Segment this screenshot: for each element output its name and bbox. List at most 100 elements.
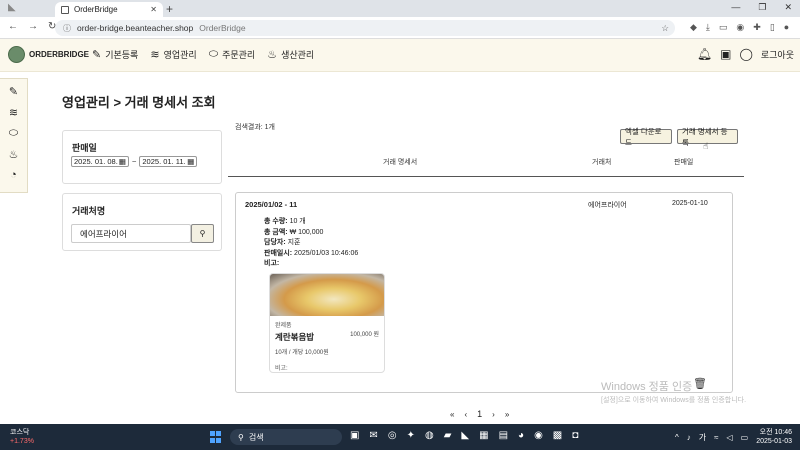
page-current[interactable]: 1 [477, 409, 482, 419]
app-icon[interactable]: ▦ [479, 430, 488, 441]
nav-production-management[interactable]: ♨ 생산관리 [267, 48, 314, 61]
product-note: 비고: [275, 366, 288, 372]
product-card[interactable]: 완제품 계란볶음밥 100,000 원 10개 / 개당 10,000원 비고: [269, 273, 385, 373]
clock-date: 2025-01-03 [756, 438, 792, 445]
calendar-icon[interactable]: ▦ [119, 157, 126, 166]
watermark-title: Windows 정품 인증 [601, 381, 693, 393]
pagination: « ‹ 1 › » [450, 409, 509, 419]
user-icon[interactable]: ◯ [739, 47, 752, 61]
download-icon[interactable]: ⤓ [706, 22, 710, 33]
chat-icon[interactable]: ▣ [720, 47, 731, 61]
product-category: 완제품 [275, 323, 292, 329]
cast-icon[interactable]: ▭ [719, 22, 728, 33]
client-search-input[interactable]: 에어프라이어 [71, 224, 191, 243]
browser-tab[interactable]: OrderBridge ✕ [55, 2, 163, 17]
battery-icon[interactable]: ▭ [741, 433, 749, 442]
date-filter-label: 판매일 [72, 143, 97, 153]
discord-icon[interactable]: ◕ [518, 430, 524, 441]
page-next-button[interactable]: › [492, 410, 495, 419]
clock-time: 오전 10:46 [759, 429, 792, 436]
restore-icon[interactable]: ❐ [758, 2, 766, 13]
chevron-up-icon[interactable]: ^ [675, 433, 679, 442]
pot-icon: ♨ [267, 49, 278, 61]
client-search-value: 에어프라이어 [80, 228, 127, 239]
statement-client: 에어프라이어 [588, 202, 627, 209]
nav-sales-management[interactable]: ≋ 영업관리 [150, 48, 196, 61]
page-prev-button[interactable]: ‹ [464, 410, 467, 419]
product-image [270, 274, 384, 316]
statement-date: 2025-01-10 [672, 200, 708, 207]
start-button-icon[interactable] [210, 431, 222, 443]
chrome-icon[interactable]: ◉ [534, 430, 543, 441]
edit-icon[interactable]: ✎ [0, 85, 27, 98]
calendar-icon[interactable]: ▦ [187, 157, 194, 166]
pot-icon[interactable]: ♨ [0, 148, 27, 161]
excel-download-button[interactable]: 엑셀 다운로드 [620, 127, 672, 147]
extension-icon[interactable]: ◆ [690, 22, 697, 33]
info-row-sale-datetime: 판매일시: 2025/01/03 10:46:06 [264, 249, 359, 257]
taskbar-search[interactable]: ⚲ 검색 [230, 429, 342, 445]
app-icon[interactable]: ◣ [461, 430, 469, 441]
bookmark-star-icon[interactable]: ☆ [661, 23, 669, 34]
camera-icon[interactable]: ◉ [736, 22, 744, 33]
logout-button[interactable]: 로그아웃 [761, 48, 794, 61]
tab-close-icon[interactable]: ✕ [150, 5, 157, 14]
forward-icon[interactable]: → [28, 21, 38, 32]
extension-icons: ◆ ⤓ ▭ ◉ ✚ ▯ ● ⋮ [690, 22, 800, 33]
edit-icon: ✎ [92, 49, 102, 61]
new-tab-icon[interactable]: + [166, 2, 173, 16]
info-row-total-qty: 총 수량: 10 개 [264, 218, 306, 225]
edge-icon[interactable]: ◍ [425, 430, 434, 441]
nav-buttons: ← → ↻ [8, 21, 56, 32]
client-filter-panel: 거래처명 에어프라이어 ⚲ [62, 193, 222, 251]
client-search-button[interactable]: ⚲ [191, 224, 214, 243]
address-bar-row: ← → ↻ ⓘ order-bridge.beanteacher.shop Or… [0, 17, 800, 39]
page-last-button[interactable]: » [505, 410, 509, 419]
wifi-icon[interactable]: ≈ [714, 433, 718, 442]
nav-basic-registration[interactable]: ✎ 기본등록 [92, 48, 138, 61]
info-row-note: 비고: [264, 260, 280, 267]
nav-label: 영업관리 [163, 50, 197, 60]
date-from-input[interactable]: 2025. 01. 08. ▦ [71, 156, 129, 167]
brand-logo[interactable]: ORDERBRIDGE [8, 46, 89, 63]
minimize-icon[interactable]: — [731, 2, 740, 13]
stock-widget[interactable]: 코스닥 +1.73% [10, 428, 34, 446]
sidebar-icon[interactable]: ▯ [770, 22, 775, 33]
trash-icon[interactable]: 🗑︎ [693, 377, 707, 390]
bell-icon[interactable]: 🔔︎ [697, 47, 712, 61]
handshake-icon[interactable]: ≋ [0, 106, 27, 119]
puzzle-icon[interactable]: ✚ [753, 22, 761, 33]
tab-title: OrderBridge [74, 5, 118, 14]
task-view-icon[interactable]: ▣ [350, 430, 359, 441]
nav-order-management[interactable]: ⬭ 주문관리 [209, 48, 256, 61]
page-first-button[interactable]: « [450, 410, 454, 419]
pill-icon: ⬭ [208, 48, 219, 60]
back-icon[interactable]: ← [8, 21, 18, 32]
side-icon-rail: ✎ ≋ ⬭ ♨ ◔ [0, 78, 28, 193]
copilot-icon[interactable]: ✦ [407, 430, 415, 441]
chart-pie-icon[interactable]: ◔ [0, 169, 27, 181]
statement-detail-card[interactable]: 2025/01/02 - 11 에어프라이어 2025-01-10 총 수량: … [235, 192, 733, 393]
pill-icon[interactable]: ⬭ [0, 127, 27, 140]
site-info-icon[interactable]: ⓘ [63, 23, 71, 34]
volume-icon[interactable]: ◁ [726, 433, 732, 442]
app-icon[interactable]: ▩ [553, 430, 562, 441]
clock[interactable]: 오전 10:46 2025-01-03 [756, 428, 792, 446]
stock-name: 코스닥 [10, 429, 30, 436]
app-icon[interactable]: ▤ [499, 430, 508, 441]
column-header-date: 판매일 [674, 159, 694, 166]
microphone-icon[interactable]: ♪ [687, 433, 691, 442]
kakaotalk-icon[interactable]: ◘ [572, 430, 578, 441]
mail-icon[interactable]: ✉ [369, 430, 377, 441]
app-icon[interactable]: ◎ [388, 430, 397, 441]
profile-icon[interactable]: ● [784, 22, 789, 33]
ime-indicator[interactable]: 가 [699, 432, 706, 443]
browser-profile-icon[interactable]: ◣ [8, 2, 16, 13]
url-field[interactable]: ⓘ order-bridge.beanteacher.shop OrderBri… [55, 20, 675, 36]
close-window-icon[interactable]: ✕ [784, 2, 792, 13]
client-filter-label: 거래처명 [72, 206, 106, 216]
watermark-subtitle: [설정]으로 이동하여 Windows를 정품 인증합니다. [601, 397, 747, 404]
file-explorer-icon[interactable]: ▰ [444, 430, 452, 441]
date-to-input[interactable]: 2025. 01. 11. ▦ [139, 156, 198, 167]
product-qty: 10개 / 개당 10,000원 [275, 350, 329, 356]
